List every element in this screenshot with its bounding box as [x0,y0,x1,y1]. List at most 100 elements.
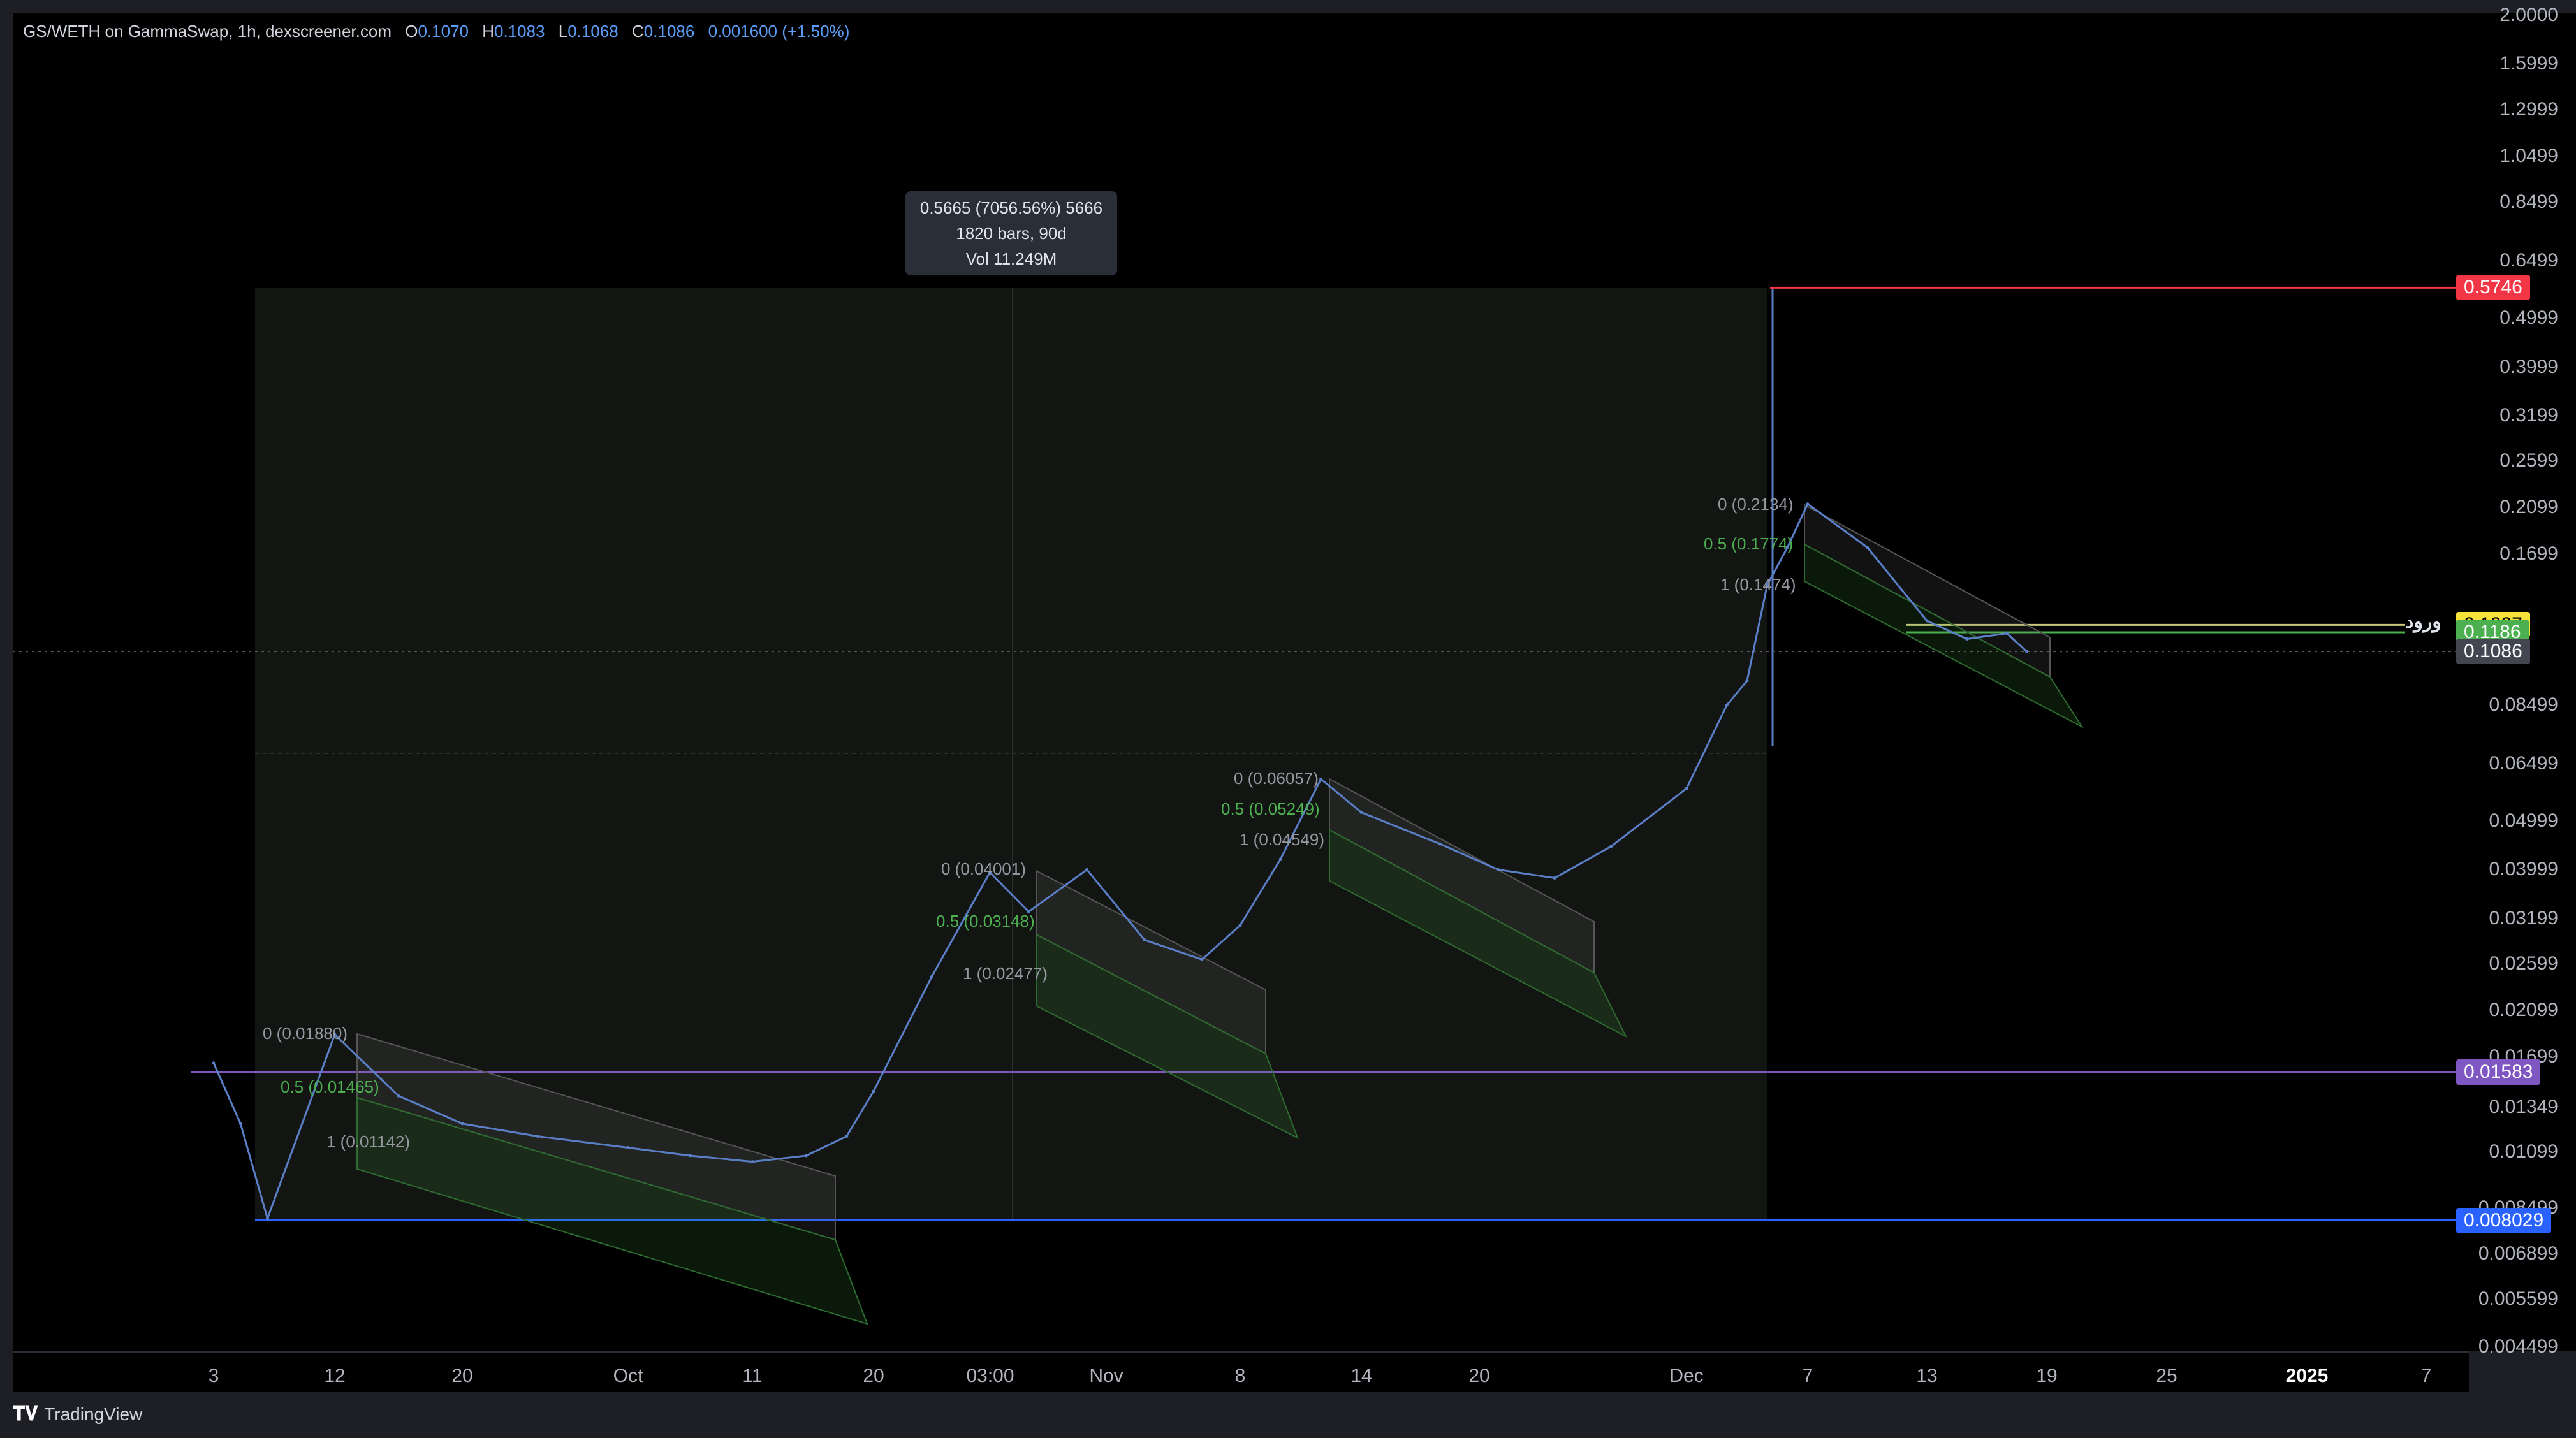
low-value: 0.1068 [567,22,618,41]
price-point-29 [1745,679,1749,683]
price-axis-label: 2.0000 [2499,4,2558,25]
measure-change: 0.5665 (7056.56%) 5666 [919,198,1103,217]
price-axis-label: 0.06499 [2489,753,2558,774]
close-label: C [632,22,644,41]
tradingview-logo-icon: 𝐓𝐕 [13,1404,38,1425]
low-label: L [558,22,568,41]
price-point-4 [397,1094,400,1098]
fib-level-label: 1 (0.01142) [326,1132,411,1151]
time-axis-label: 7 [1802,1365,1813,1386]
price-axis-label: 0.3999 [2499,356,2558,377]
price-axis-label: 0.005599 [2478,1288,2558,1310]
time-axis-label: 11 [742,1365,763,1386]
price-axis-label: 0.2099 [2499,497,2558,518]
price-axis-label: 0.03999 [2489,859,2558,880]
price-point-33 [1866,546,1869,549]
price-point-18 [1200,957,1204,961]
symbol-title: GS/WETH on GammaSwap, 1h, dexscreener.co… [23,22,392,41]
price-point-28 [1725,703,1729,707]
price-point-9 [750,1160,754,1164]
price-tag: 0.008029 [2456,1207,2552,1233]
fib-level-label: 0 (0.06057) [1234,769,1319,788]
price-point-8 [689,1154,692,1158]
price-axis-label: 0.03199 [2489,907,2558,929]
tradingview-logo[interactable]: 𝐓𝐕 TradingView [13,1404,142,1425]
price-point-13 [930,975,933,978]
high-label: H [482,22,495,41]
price-point-17 [1143,938,1146,942]
chart-window: GS/WETH on GammaSwap, 1h, dexscreener.co… [0,0,2576,1438]
price-point-10 [804,1154,808,1158]
entry-label: ورود [2405,611,2441,632]
price-point-12 [872,1089,875,1093]
symbol-legend: GS/WETH on GammaSwap, 1h, dexscreener.co… [23,22,849,41]
price-point-23 [1438,842,1442,846]
measure-tooltip: 0.5665 (7056.56%) 5666 1820 bars, 90d Vo… [905,191,1117,275]
price-axis-label: 0.004499 [2478,1336,2558,1357]
price-point-20 [1278,857,1282,861]
time-axis-label: 7 [2420,1365,2432,1386]
price-axis-label: 0.02599 [2489,953,2558,975]
price-point-19 [1238,924,1242,927]
price-axis-label: 0.1699 [2499,542,2558,564]
time-axis-label: 14 [1350,1365,1372,1386]
measure-volume: Vol 11.249M [965,249,1057,268]
price-axis-label: 0.4999 [2499,307,2558,329]
open-label: O [405,22,418,41]
fib-level-label: 0.5 (0.03148) [936,911,1035,931]
time-axis-label: 13 [1916,1365,1938,1386]
fib-level-label: 1 (0.1474) [1720,575,1796,594]
price-tag: 0.1086 [2456,639,2530,665]
fib-level-label: 1 (0.04549) [1240,830,1324,849]
price-point-32 [1806,502,1810,506]
high-value: 0.1083 [494,22,545,41]
price-point-35 [1965,637,1969,641]
chart-svg [13,286,2456,1325]
price-axis-label: 0.01349 [2489,1096,2558,1117]
fib-level-label: 0 (0.04001) [941,859,1026,878]
price-axis-label: 0.3199 [2499,404,2558,426]
price-point-11 [845,1135,849,1138]
time-axis-label: 2025 [2285,1365,2329,1386]
price-axis-label: 0.01099 [2489,1140,2558,1162]
price-point-1 [238,1122,242,1126]
open-value: 0.1070 [418,22,469,41]
price-point-24 [1497,868,1500,871]
time-axis-label: 03:00 [966,1365,1014,1386]
price-point-26 [1609,845,1613,848]
fib-level-label: 0 (0.01880) [263,1024,348,1043]
fib-level-label: 0 (0.2134) [1718,495,1794,514]
price-point-25 [1553,876,1556,880]
time-axis-label: 19 [2036,1365,2058,1386]
price-axis-label: 0.08499 [2489,694,2558,716]
price-axis-label: 1.5999 [2499,53,2558,75]
time-axis-label: 8 [1234,1365,1246,1386]
price-axis-label: 0.6499 [2499,250,2558,272]
price-point-7 [626,1146,630,1150]
price-point-5 [460,1122,464,1126]
fib-level-label: 0.5 (0.1774) [1704,534,1794,553]
price-point-34 [1925,619,1929,623]
price-axis-label: 1.2999 [2499,98,2558,120]
time-axis-label: Nov [1089,1365,1123,1386]
price-axis-label: 0.2599 [2499,450,2558,472]
price-point-22 [1359,810,1363,814]
price-point-27 [1685,787,1688,790]
measure-bars: 1820 bars, 90d [956,224,1067,243]
price-axis-label: 0.006899 [2478,1242,2558,1264]
price-axis-label: 1.0499 [2499,145,2558,166]
price-axis-label: 0.02099 [2489,999,2558,1021]
price-point-36 [2005,632,2009,635]
price-axis-label: 0.04999 [2489,810,2558,831]
price-point-6 [536,1135,539,1138]
price-point-2 [265,1217,269,1221]
price-tag: 0.01583 [2456,1059,2541,1085]
time-axis-label: 3 [208,1365,219,1386]
price-axis-label: 0.8499 [2499,191,2558,213]
time-axis-label: Oct [613,1365,643,1386]
fib-level-label: 0.5 (0.05249) [1221,799,1320,818]
fib-level-label: 0.5 (0.01465) [281,1077,379,1096]
time-axis-label: Dec [1669,1365,1704,1386]
tradingview-brand: TradingView [44,1404,143,1424]
change-value: 0.001600 (+1.50%) [708,22,850,41]
